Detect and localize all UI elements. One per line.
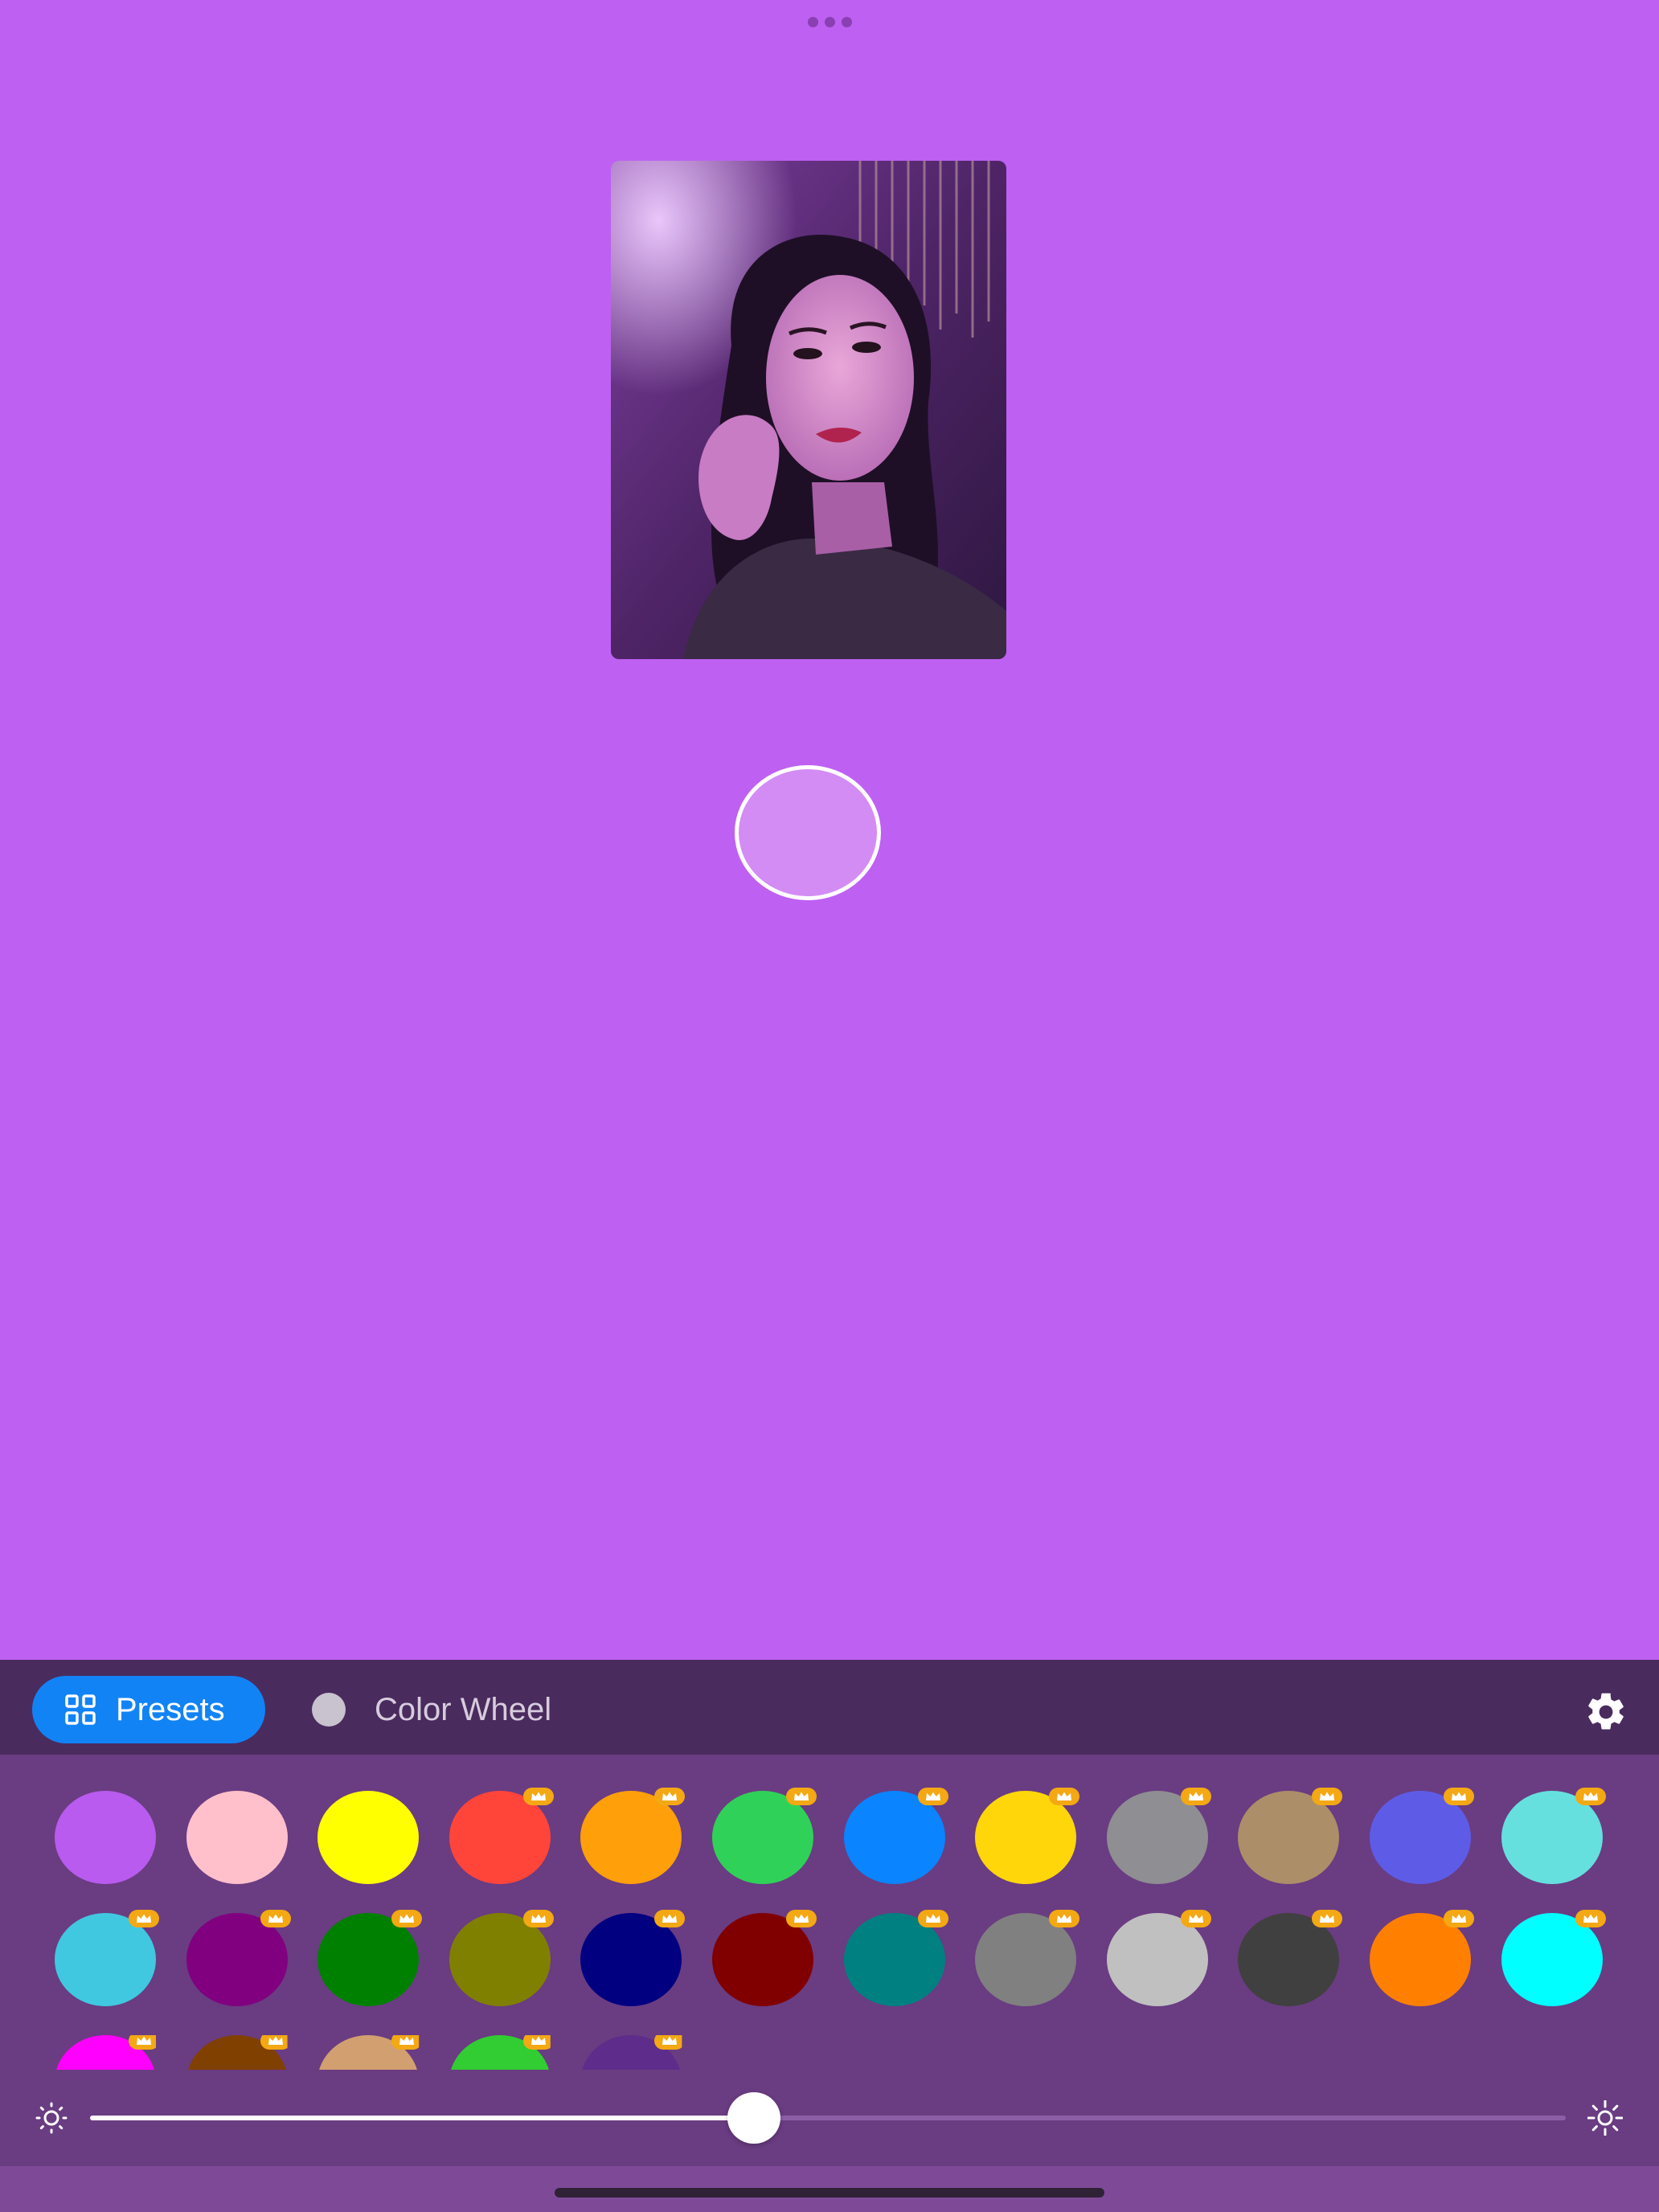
mode-tabbar: Presets Color Wheel	[0, 1660, 1659, 1755]
color-swatch[interactable]	[449, 1910, 554, 2006]
color-swatch[interactable]	[1238, 1910, 1343, 2006]
home-indicator[interactable]	[555, 2188, 1104, 2198]
crown-icon	[786, 1788, 817, 1805]
color-swatch[interactable]	[580, 1910, 686, 2006]
crown-icon	[1180, 1788, 1211, 1805]
color-swatch[interactable]	[449, 1788, 554, 1884]
brightness-slider[interactable]	[90, 2116, 1566, 2120]
crown-icon	[1575, 1788, 1606, 1805]
color-swatch[interactable]	[1370, 1910, 1474, 2006]
color-swatch[interactable]	[186, 2035, 288, 2070]
crown-icon	[129, 2035, 156, 2050]
color-swatch[interactable]	[975, 1910, 1080, 2006]
color-swatch[interactable]	[1106, 1910, 1211, 2006]
crown-icon	[260, 2035, 288, 2050]
crown-icon	[1575, 1910, 1606, 1927]
color-swatch[interactable]	[712, 1910, 817, 2006]
crown-icon	[654, 1788, 686, 1805]
tab-presets-label: Presets	[116, 1691, 225, 1727]
crown-icon	[1444, 1910, 1474, 1927]
crown-icon	[522, 2035, 551, 2050]
crown-icon	[260, 1910, 291, 1927]
tab-color-wheel-label: Color Wheel	[375, 1691, 552, 1727]
color-swatch[interactable]	[1501, 1910, 1606, 2006]
color-swatch[interactable]	[1238, 1788, 1343, 1884]
sun-low-icon	[35, 2102, 68, 2134]
crown-icon	[654, 1910, 686, 1927]
crown-icon	[1180, 1910, 1211, 1927]
crown-icon	[1049, 1910, 1080, 1927]
crown-icon	[917, 1788, 948, 1805]
brightness-slider-row	[0, 2070, 1659, 2166]
color-wheel-dot-icon	[312, 1693, 346, 1727]
color-swatch[interactable]	[843, 1788, 948, 1884]
crown-icon	[1312, 1788, 1343, 1805]
preset-palette[interactable]	[0, 1755, 1659, 2070]
crown-icon	[522, 1910, 554, 1927]
crown-icon	[1312, 1910, 1343, 1927]
color-swatch[interactable]	[580, 2035, 682, 2070]
brightness-slider-fill	[90, 2116, 755, 2120]
color-swatch[interactable]	[317, 1910, 423, 2006]
color-swatch[interactable]	[55, 2035, 156, 2070]
crown-icon	[786, 1910, 817, 1927]
crown-icon	[391, 2035, 420, 2050]
brightness-slider-thumb[interactable]	[727, 2092, 781, 2144]
selected-color-preview[interactable]	[735, 765, 881, 900]
reference-photo	[611, 161, 1006, 659]
crown-icon	[391, 1910, 423, 1927]
tab-color-wheel[interactable]: Color Wheel	[312, 1676, 551, 1743]
color-swatch[interactable]	[317, 2035, 420, 2070]
color-swatch[interactable]	[317, 1791, 420, 1884]
crown-icon	[1049, 1788, 1080, 1805]
crown-icon	[1444, 1788, 1474, 1805]
crown-icon	[654, 2035, 682, 2050]
color-swatch[interactable]	[186, 1910, 291, 2006]
color-swatch[interactable]	[712, 1788, 817, 1884]
more-dots-icon[interactable]	[805, 15, 854, 28]
crown-icon	[129, 1910, 159, 1927]
sun-high-icon	[1587, 2100, 1623, 2136]
grid-icon	[65, 1694, 96, 1725]
crown-icon	[522, 1788, 554, 1805]
color-swatch[interactable]	[55, 1910, 159, 2006]
color-swatch[interactable]	[55, 1791, 156, 1884]
color-swatch[interactable]	[1370, 1788, 1474, 1884]
color-swatch[interactable]	[449, 2035, 551, 2070]
color-swatch[interactable]	[1501, 1788, 1606, 1884]
gear-icon[interactable]	[1583, 1690, 1628, 1735]
crown-icon	[917, 1910, 948, 1927]
light-canvas[interactable]	[0, 0, 1659, 1660]
tab-presets[interactable]: Presets	[32, 1676, 265, 1743]
color-swatch[interactable]	[1106, 1788, 1211, 1884]
color-swatch[interactable]	[975, 1788, 1080, 1884]
color-swatch[interactable]	[843, 1910, 948, 2006]
color-swatch[interactable]	[580, 1788, 686, 1884]
color-swatch[interactable]	[186, 1791, 288, 1884]
